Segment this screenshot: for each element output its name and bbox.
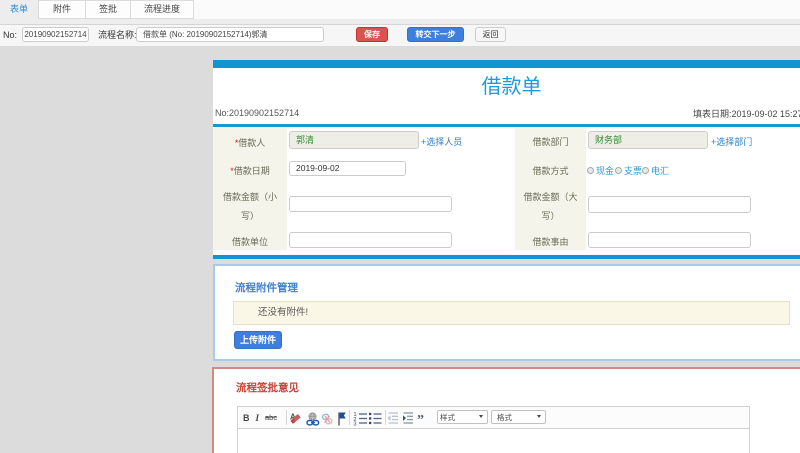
svg-text:3: 3 (354, 422, 357, 428)
svg-text:B: B (243, 413, 250, 423)
svg-text:I: I (255, 413, 260, 423)
svg-text:”: ” (417, 413, 424, 428)
